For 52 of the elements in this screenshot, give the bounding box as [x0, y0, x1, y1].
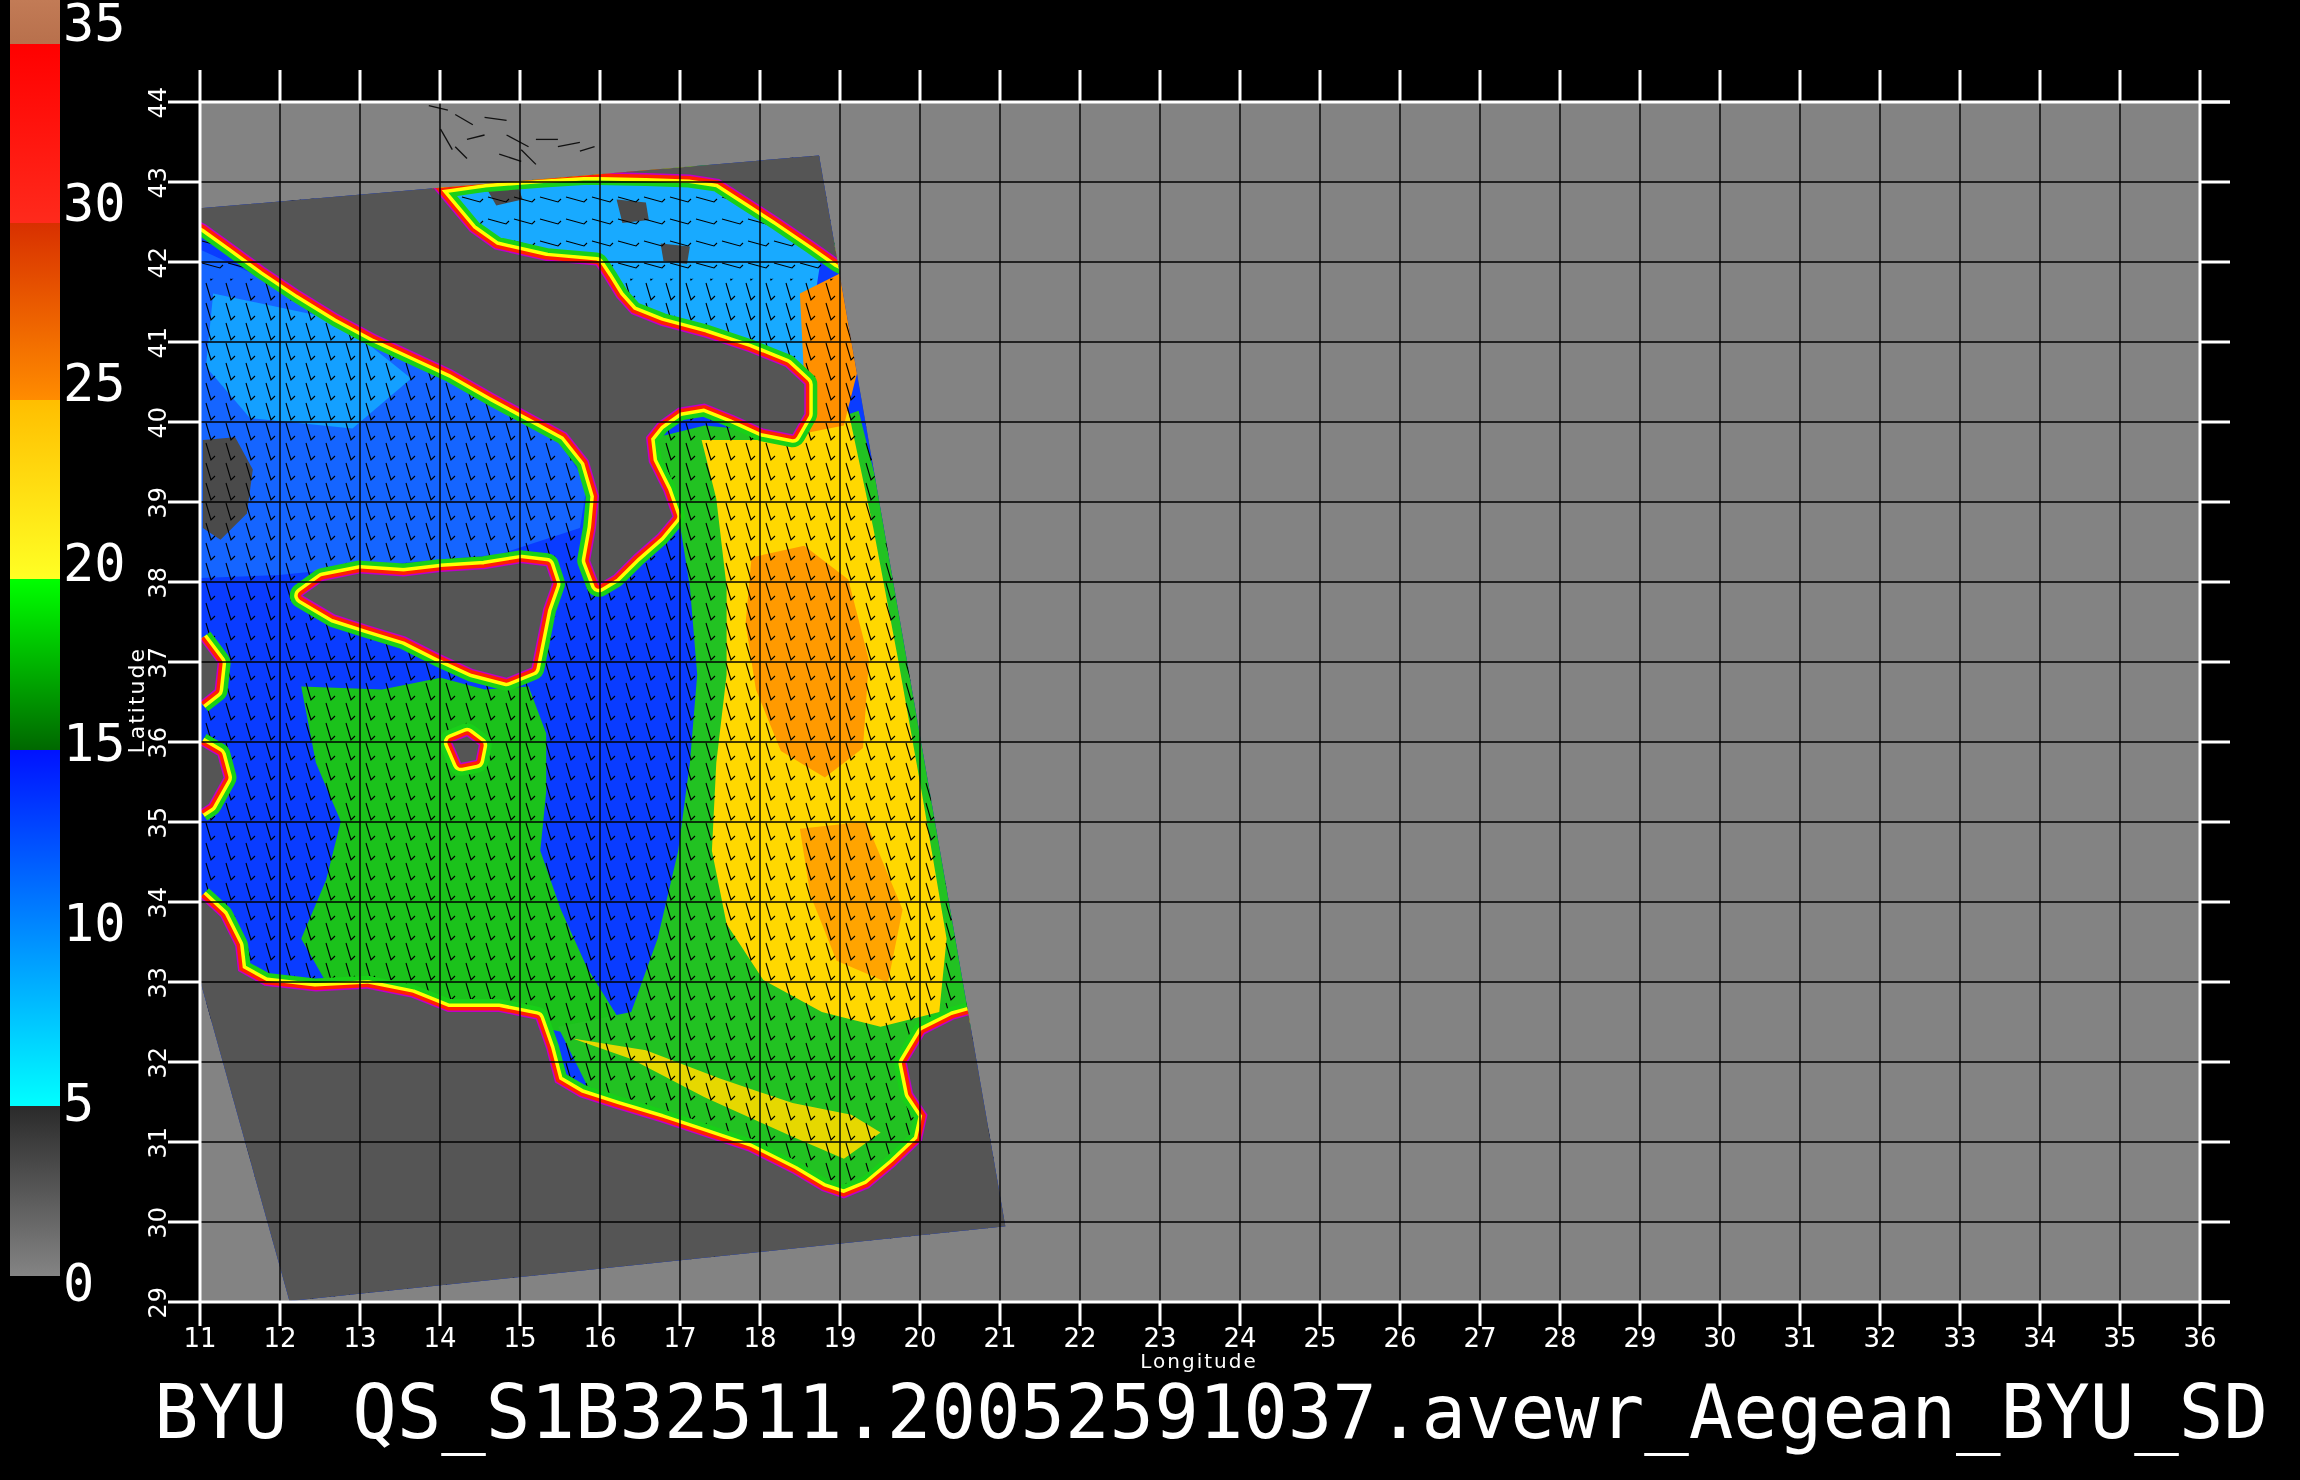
latitude-tick-label: 29 — [148, 1285, 168, 1319]
latitude-tick-label: 36 — [148, 725, 168, 759]
longitude-tick-label: 35 — [2103, 1326, 2137, 1350]
longitude-tick-label: 22 — [1063, 1326, 1097, 1350]
color-scale-label: 35 — [63, 0, 126, 46]
longitude-tick-label: 25 — [1303, 1326, 1337, 1350]
longitude-tick-label: 26 — [1383, 1326, 1417, 1350]
color-scale-label: 25 — [63, 360, 126, 406]
longitude-tick-label: 29 — [1623, 1326, 1657, 1350]
longitude-tick-label: 21 — [983, 1326, 1017, 1350]
latitude-tick-label: 37 — [148, 645, 168, 679]
longitude-tick-label: 33 — [1943, 1326, 1977, 1350]
longitude-tick-label: 18 — [743, 1326, 777, 1350]
longitude-tick-label: 24 — [1223, 1326, 1257, 1350]
latitude-tick-label: 43 — [148, 165, 168, 199]
latitude-tick-label: 32 — [148, 1045, 168, 1079]
longitude-tick-label: 11 — [183, 1326, 217, 1350]
latitude-tick-label: 40 — [148, 405, 168, 439]
longitude-axis-title: Longitude — [1140, 1350, 1258, 1372]
latitude-tick-label: 41 — [148, 325, 168, 359]
longitude-tick-label: 32 — [1863, 1326, 1897, 1350]
longitude-tick-label: 34 — [2023, 1326, 2057, 1350]
color-scale-label: 15 — [63, 720, 126, 766]
longitude-tick-label: 27 — [1463, 1326, 1497, 1350]
latitude-tick-label: 34 — [148, 885, 168, 919]
latitude-tick-label: 35 — [148, 805, 168, 839]
longitude-tick-label: 12 — [263, 1326, 297, 1350]
latitude-tick-label: 33 — [148, 965, 168, 999]
color-scale-label: 0 — [63, 1260, 95, 1306]
longitude-tick-label: 30 — [1703, 1326, 1737, 1350]
longitude-tick-label: 19 — [823, 1326, 857, 1350]
longitude-tick-label: 31 — [1783, 1326, 1817, 1350]
longitude-tick-label: 36 — [2183, 1326, 2217, 1350]
color-scale-label: 20 — [63, 540, 126, 586]
longitude-tick-label: 20 — [903, 1326, 937, 1350]
latitude-tick-label: 38 — [148, 565, 168, 599]
longitude-tick-label: 28 — [1543, 1326, 1577, 1350]
latitude-axis-title: Latitude — [126, 647, 148, 754]
longitude-tick-label: 13 — [343, 1326, 377, 1350]
latitude-tick-label: 39 — [148, 485, 168, 519]
longitude-tick-label: 15 — [503, 1326, 537, 1350]
latitude-tick-label: 42 — [148, 245, 168, 279]
longitude-tick-label: 17 — [663, 1326, 697, 1350]
latitude-tick-label: 30 — [148, 1205, 168, 1239]
color-scale-label: 30 — [63, 180, 126, 226]
color-scale-label: 10 — [63, 900, 126, 946]
latitude-tick-label: 31 — [148, 1125, 168, 1159]
latitude-tick-label: 44 — [148, 85, 168, 119]
longitude-tick-label: 23 — [1143, 1326, 1177, 1350]
longitude-tick-label: 16 — [583, 1326, 617, 1350]
longitude-tick-label: 14 — [423, 1326, 457, 1350]
color-scale-label: 5 — [63, 1080, 95, 1126]
